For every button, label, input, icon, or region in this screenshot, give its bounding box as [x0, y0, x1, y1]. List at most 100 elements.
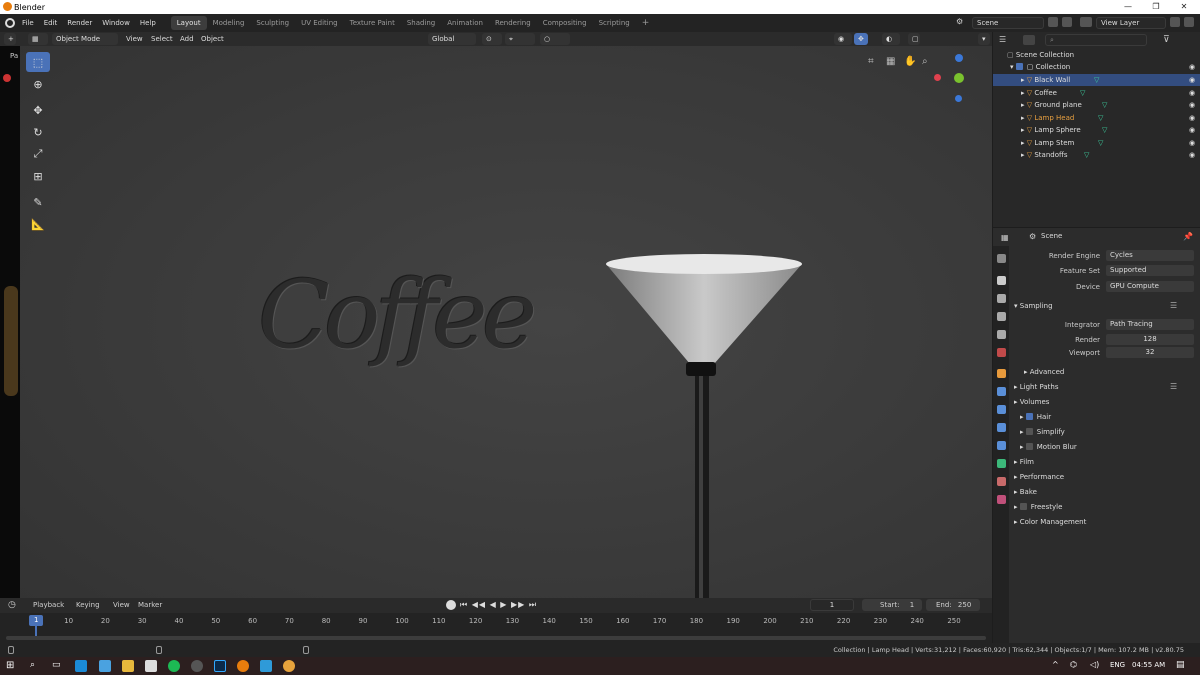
annotate-tool-icon[interactable]: ✎ [26, 192, 50, 212]
tab-texture-paint[interactable]: Texture Paint [344, 16, 401, 30]
feature-set-dropdown[interactable]: Supported [1106, 265, 1194, 276]
photoshop-icon[interactable] [214, 660, 226, 672]
perspective-toggle-icon[interactable]: ▦ [886, 56, 895, 67]
mesh-data-icon[interactable]: ▽ [1094, 74, 1099, 86]
tray-expand-icon[interactable]: ^ [1052, 660, 1059, 669]
outliner-item-lamp-head[interactable]: ▸ ▽ Lamp Head ▽ ◉ [993, 112, 1200, 124]
record-keyframe-icon[interactable] [446, 600, 456, 610]
chrome-icon[interactable] [283, 660, 295, 672]
collection-checkbox[interactable] [1015, 63, 1023, 70]
timeline-editor-icon[interactable]: ◷ [8, 600, 16, 610]
gizmo-neg-z-icon[interactable] [955, 95, 962, 102]
visibility-icon[interactable]: ◉ [834, 33, 852, 45]
spotify-icon[interactable] [168, 660, 180, 672]
pan-view-icon[interactable]: ✋ [904, 56, 916, 67]
sampling-presets-icon[interactable]: ☰ [1170, 301, 1177, 310]
scene-tab-icon[interactable] [997, 330, 1006, 339]
performance-section[interactable]: ▸ Performance [1014, 471, 1064, 483]
media-app-icon[interactable] [191, 660, 203, 672]
hair-checkbox[interactable] [1025, 413, 1033, 420]
tab-shading[interactable]: Shading [401, 16, 441, 30]
timeline-scrollbar[interactable] [6, 636, 986, 640]
mesh-data-icon[interactable]: ▽ [1098, 112, 1103, 124]
light-paths-presets-icon[interactable]: ☰ [1170, 382, 1177, 391]
move-tool-icon[interactable]: ✥ [26, 100, 50, 120]
playback-menu[interactable]: Playback [33, 601, 64, 609]
clock[interactable]: 04:55 AM [1132, 661, 1165, 669]
modifier-tab-icon[interactable] [997, 387, 1006, 396]
view-menu[interactable]: View [122, 33, 147, 45]
eye-icon[interactable]: ◉ [1189, 99, 1195, 111]
eye-icon[interactable]: ◉ [1189, 137, 1195, 149]
calendar-app-icon[interactable] [145, 660, 157, 672]
zoom-view-icon[interactable]: ⌕ [922, 56, 928, 67]
pivot-icon[interactable]: ⊙ [482, 33, 502, 45]
xray-icon[interactable]: ▢ [908, 33, 920, 45]
device-dropdown[interactable]: GPU Compute [1106, 281, 1194, 292]
app-taskbar-icon[interactable] [260, 660, 272, 672]
mesh-data-icon[interactable]: ▽ [1102, 99, 1107, 111]
new-view-layer-icon[interactable] [1170, 17, 1180, 27]
proportional-edit-icon[interactable]: ○ [540, 33, 570, 45]
film-section[interactable]: ▸ Film [1014, 456, 1034, 468]
eye-icon[interactable]: ◉ [1189, 149, 1195, 161]
marker-menu[interactable]: Marker [138, 601, 162, 609]
menu-help[interactable]: Help [135, 14, 161, 32]
tab-animation[interactable]: Animation [441, 16, 489, 30]
bake-section[interactable]: ▸ Bake [1014, 486, 1037, 498]
freestyle-section[interactable]: ▸ Freestyle [1014, 501, 1062, 513]
toggle-toolbar-icon[interactable]: + [4, 33, 16, 45]
eye-icon[interactable]: ◉ [1189, 87, 1195, 99]
mesh-data-icon[interactable]: ▽ [1098, 137, 1103, 149]
eye-icon[interactable]: ◉ [1189, 112, 1195, 124]
scene-field[interactable]: Scene [972, 17, 1044, 29]
gizmo-x-icon[interactable] [934, 74, 941, 81]
viewport-samples-field[interactable]: 32 [1106, 347, 1194, 358]
simplify-checkbox[interactable] [1025, 428, 1033, 435]
blender-menu-icon[interactable] [5, 18, 15, 28]
physics-tab-icon[interactable] [997, 423, 1006, 432]
simplify-section[interactable]: ▸ Simplify [1020, 426, 1065, 438]
select-menu[interactable]: Select [147, 33, 177, 45]
playback-controls[interactable]: ⏮ ◀◀ ◀ ▶ ▶▶ ⏭ [460, 600, 537, 610]
menu-edit[interactable]: Edit [39, 14, 63, 32]
constraints-tab-icon[interactable] [997, 441, 1006, 450]
object-menu[interactable]: Object [197, 33, 228, 45]
keying-menu[interactable]: Keying [76, 601, 100, 609]
pin-icon[interactable]: 📌 [1183, 232, 1193, 241]
current-frame-field[interactable]: 1 [810, 599, 854, 611]
volume-icon[interactable]: ◁) [1090, 660, 1099, 669]
tab-uv-editing[interactable]: UV Editing [295, 16, 344, 30]
light-paths-section[interactable]: ▸ Light Paths [1014, 381, 1058, 393]
motion-blur-checkbox[interactable] [1025, 443, 1033, 450]
collapse-icon[interactable]: ▾ [1010, 63, 1016, 71]
new-scene-icon[interactable] [1048, 17, 1058, 27]
tab-layout[interactable]: Layout [170, 16, 207, 30]
search-icon[interactable]: ⌕ [30, 660, 35, 670]
minimize-icon[interactable]: — [1114, 0, 1142, 14]
outliner-item-standoffs[interactable]: ▸ ▽ Standoffs ▽ ◉ [993, 149, 1200, 161]
close-icon[interactable]: ✕ [1170, 0, 1198, 14]
timeline-view-menu[interactable]: View [113, 601, 130, 609]
language-indicator[interactable]: ENG [1110, 661, 1125, 669]
motion-blur-section[interactable]: ▸ Motion Blur [1020, 441, 1077, 453]
outliner-item-black-wall[interactable]: ▸ ▽ Black Wall ▽ ◉ [993, 74, 1200, 86]
freestyle-checkbox[interactable] [1019, 503, 1027, 510]
eye-icon[interactable]: ◉ [1189, 124, 1195, 136]
editor-type-icon[interactable]: ▦ [28, 33, 48, 45]
shading-options-icon[interactable]: ▾ [978, 33, 990, 45]
mail-app-icon[interactable] [99, 660, 111, 672]
object-mode-dropdown[interactable]: Object Mode [52, 33, 118, 45]
outliner-scene-collection[interactable]: ▢ Scene Collection [993, 49, 1200, 61]
eye-icon[interactable]: ◉ [1189, 74, 1195, 86]
outliner-item-lamp-sphere[interactable]: ▸ ▽ Lamp Sphere ▽ ◉ [993, 124, 1200, 136]
file-explorer-icon[interactable] [122, 660, 134, 672]
hair-section[interactable]: ▸ Hair [1020, 411, 1051, 423]
orientation-dropdown[interactable]: Global [428, 33, 476, 45]
mesh-data-icon[interactable]: ▽ [1080, 87, 1085, 99]
measure-tool-icon[interactable]: 📐 [26, 214, 50, 234]
add-menu[interactable]: Add [176, 33, 198, 45]
view-layer-tab-icon[interactable] [997, 312, 1006, 321]
output-tab-icon[interactable] [997, 294, 1006, 303]
sampling-section[interactable]: ▾ Sampling [1014, 300, 1053, 312]
